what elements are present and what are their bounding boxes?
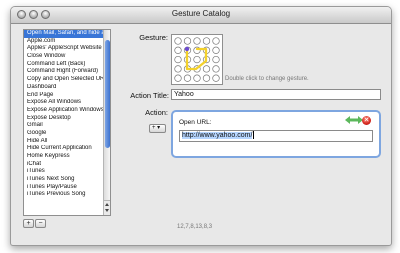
gesture-list[interactable]: Open Mail, Safari, and hide all a Apple.c… (23, 29, 111, 216)
scroll-thumb[interactable] (105, 40, 110, 148)
action-title-label: Action Title: (130, 91, 169, 100)
list-item[interactable]: Command Right (Forward) (24, 68, 104, 76)
gesture-catalog-window: Gesture Catalog Open Mail, Safari, and h… (10, 6, 392, 246)
list-scrollbar[interactable] (103, 30, 110, 215)
open-url-label: Open URL: (179, 119, 212, 126)
scroll-up-icon[interactable] (105, 203, 109, 206)
grid-point (212, 37, 220, 45)
text-caret (253, 131, 255, 140)
grid-point (202, 74, 211, 82)
list-item[interactable]: Command Left (Back) (24, 61, 104, 69)
list-item[interactable]: Google (24, 130, 104, 138)
list-item[interactable]: Exposé Application Windows (24, 107, 104, 115)
grid-point (193, 55, 201, 64)
grid-point (174, 74, 182, 82)
gesture-code: 12,7,8,13,8,3 (177, 224, 213, 230)
add-action-popup[interactable]: + ▾ (149, 124, 166, 133)
grid-point (174, 65, 182, 73)
list-item[interactable]: Open Mail, Safari, and hide all a (24, 30, 104, 38)
action-title-field[interactable]: Yahoo (171, 89, 381, 100)
add-gesture-button[interactable]: + (23, 219, 34, 228)
list-item[interactable]: Copy and Open Selected URL (24, 76, 104, 84)
window-title: Gesture Catalog (171, 9, 231, 18)
list-item[interactable]: Close Window (24, 53, 104, 61)
title-bar: Gesture Catalog (11, 7, 391, 24)
list-item[interactable]: iChat (24, 161, 104, 169)
gesture-label: Gesture: (139, 33, 168, 42)
green-arrows-icon[interactable] (345, 116, 363, 124)
gesture-hint: Double click to change gesture. (225, 76, 309, 82)
list-item[interactable]: Exposé Desktop (24, 115, 104, 123)
list-item[interactable]: Dashboard (24, 84, 104, 92)
scroll-down-icon[interactable] (105, 209, 109, 212)
gesture-drawing (174, 37, 220, 82)
remove-gesture-button[interactable]: − (35, 219, 46, 228)
list-item[interactable]: Hide Current Application (24, 145, 104, 153)
grid-point (202, 65, 211, 73)
list-item[interactable]: Home Keypress (24, 153, 104, 161)
url-field[interactable]: http://www.yahoo.com/ (179, 130, 373, 142)
list-item[interactable]: Apples' AppleScript Website (24, 45, 104, 53)
grid-point (193, 74, 201, 82)
list-item[interactable]: iTunes Next Song (24, 176, 104, 184)
action-label: Action: (145, 108, 168, 117)
grid-point (193, 37, 201, 45)
list-item[interactable]: Exposé All Windows (24, 99, 104, 107)
grid-point (183, 74, 192, 82)
grid-point (212, 65, 220, 73)
list-item[interactable]: iTunes (24, 168, 104, 176)
grid-point (174, 55, 182, 64)
action-item: Open URL: ✕ http://www.yahoo.com/ (171, 110, 381, 158)
list-item[interactable]: iTunes Play/Pause (24, 184, 104, 192)
grid-point (174, 37, 182, 45)
gesture-list-items: Open Mail, Safari, and hide all a Apple.c… (24, 30, 104, 199)
list-item[interactable]: Hide All (24, 138, 104, 146)
list-item[interactable]: Gmail (24, 122, 104, 130)
grid-point (212, 46, 220, 54)
remove-circle-icon[interactable]: ✕ (362, 116, 371, 125)
list-item[interactable]: iTunes Previous Song (24, 191, 104, 199)
grid-point (212, 74, 220, 82)
url-value: http://www.yahoo.com/ (182, 132, 253, 139)
scroll-arrows[interactable] (104, 200, 110, 215)
gesture-grid[interactable] (171, 34, 223, 85)
list-item[interactable]: Apple.com (24, 38, 104, 46)
grid-point (212, 55, 220, 64)
grid-point (202, 37, 211, 45)
grid-point (183, 37, 192, 45)
list-item[interactable]: End Page (24, 92, 104, 100)
grid-point (174, 46, 182, 54)
